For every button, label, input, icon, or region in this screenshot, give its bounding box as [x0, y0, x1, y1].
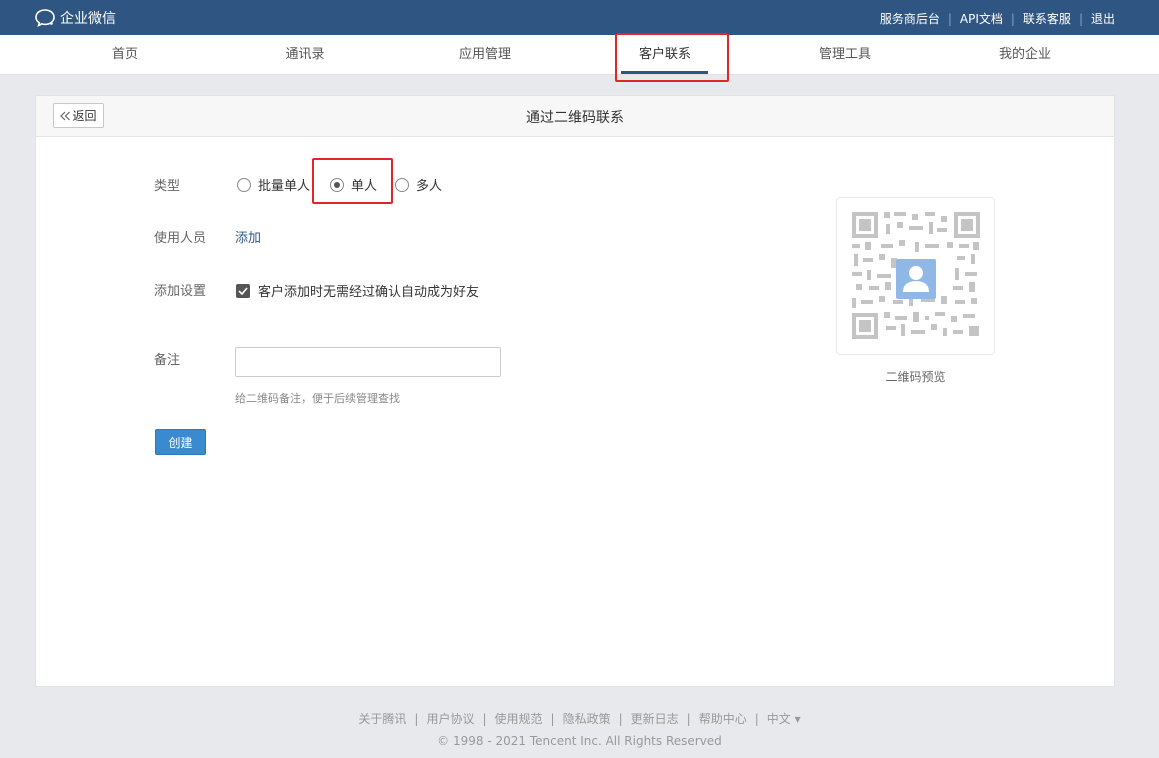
- auto-friend-text: 客户添加时无需经过确认自动成为好友: [258, 285, 480, 300]
- divider: |: [618, 711, 623, 726]
- radio-label: 批量单人: [258, 179, 311, 194]
- settings-label: 添加设置: [154, 284, 207, 299]
- content-card: 返回 通过二维码联系 类型 批量单人 单人 多人 使用人员 添加 添加设置 客户…: [35, 95, 1115, 687]
- page-title: 通过二维码联系: [526, 110, 624, 126]
- qr-caption: 二维码预览: [885, 370, 946, 384]
- vendor-console-link[interactable]: 服务商后台: [880, 10, 940, 27]
- footer-link-about[interactable]: 关于腾讯: [358, 710, 406, 727]
- footer-links: 关于腾讯 | 用户协议 | 使用规范 | 隐私政策 | 更新日志 | 帮助中心 | 中文 ▾: [0, 710, 1159, 727]
- chat-bubble-icon: [35, 9, 55, 28]
- tab-my-enterprise[interactable]: 我的企业: [975, 35, 1075, 75]
- footer-link-privacy[interactable]: 隐私政策: [563, 710, 611, 727]
- tab-app-management[interactable]: 应用管理: [435, 35, 535, 75]
- api-docs-link[interactable]: API文档: [960, 10, 1003, 27]
- radio-multiple[interactable]: 多人: [395, 175, 442, 194]
- radio-circle[interactable]: [395, 177, 410, 192]
- auto-friend-checkbox[interactable]: [236, 283, 250, 298]
- tab-management-tools[interactable]: 管理工具: [795, 35, 895, 75]
- logout-link[interactable]: 退出: [1091, 10, 1115, 27]
- checkmark-icon: [238, 286, 248, 295]
- footer-link-terms[interactable]: 用户协议: [426, 710, 474, 727]
- qr-code-image: [852, 212, 980, 339]
- radio-circle[interactable]: [237, 177, 251, 192]
- copyright: © 1998 - 2021 Tencent Inc. All Rights Re…: [437, 734, 722, 748]
- divider: |: [550, 711, 555, 726]
- top-links: 服务商后台 | API文档 | 联系客服 | 退出: [880, 10, 1115, 27]
- logo-text: 企业微信: [60, 11, 116, 27]
- users-label: 使用人员: [154, 231, 207, 246]
- create-button[interactable]: 创建: [155, 429, 206, 455]
- divider: |: [482, 711, 487, 726]
- top-bar: 企业微信 服务商后台 | API文档 | 联系客服 | 退出: [0, 0, 1159, 35]
- auto-friend-option[interactable]: 客户添加时无需经过确认自动成为好友: [236, 281, 479, 300]
- card-header: 返回 通过二维码联系: [36, 96, 1114, 137]
- highlight-box-nav: [615, 33, 729, 82]
- footer-link-usage-rules[interactable]: 使用规范: [495, 710, 543, 727]
- main-nav: 首页 通讯录 应用管理 客户联系 管理工具 我的企业: [0, 35, 1159, 75]
- divider: |: [414, 711, 419, 726]
- divider: |: [686, 711, 691, 726]
- divider: |: [1078, 11, 1083, 26]
- divider: |: [947, 11, 952, 26]
- add-user-link[interactable]: 添加: [235, 227, 261, 246]
- footer-link-changelog[interactable]: 更新日志: [631, 710, 679, 727]
- app-logo[interactable]: 企业微信: [34, 8, 116, 28]
- footer: 关于腾讯 | 用户协议 | 使用规范 | 隐私政策 | 更新日志 | 帮助中心 | 中文 ▾…: [0, 710, 1159, 749]
- tab-home[interactable]: 首页: [75, 35, 175, 75]
- language-selector[interactable]: 中文 ▾: [767, 710, 801, 727]
- divider: |: [1010, 11, 1015, 26]
- note-label: 备注: [154, 353, 181, 368]
- highlight-box-single: [312, 158, 393, 204]
- type-label: 类型: [154, 179, 181, 194]
- contact-support-link[interactable]: 联系客服: [1023, 10, 1071, 27]
- radio-label: 多人: [416, 179, 443, 194]
- note-hint: 给二维码备注，便于后续管理查找: [235, 392, 400, 405]
- qr-preview: [836, 197, 995, 355]
- footer-link-help[interactable]: 帮助中心: [699, 710, 747, 727]
- tab-contacts[interactable]: 通讯录: [255, 35, 355, 75]
- note-input[interactable]: [235, 347, 501, 377]
- divider: |: [754, 711, 759, 726]
- radio-batch-single[interactable]: 批量单人: [237, 175, 310, 194]
